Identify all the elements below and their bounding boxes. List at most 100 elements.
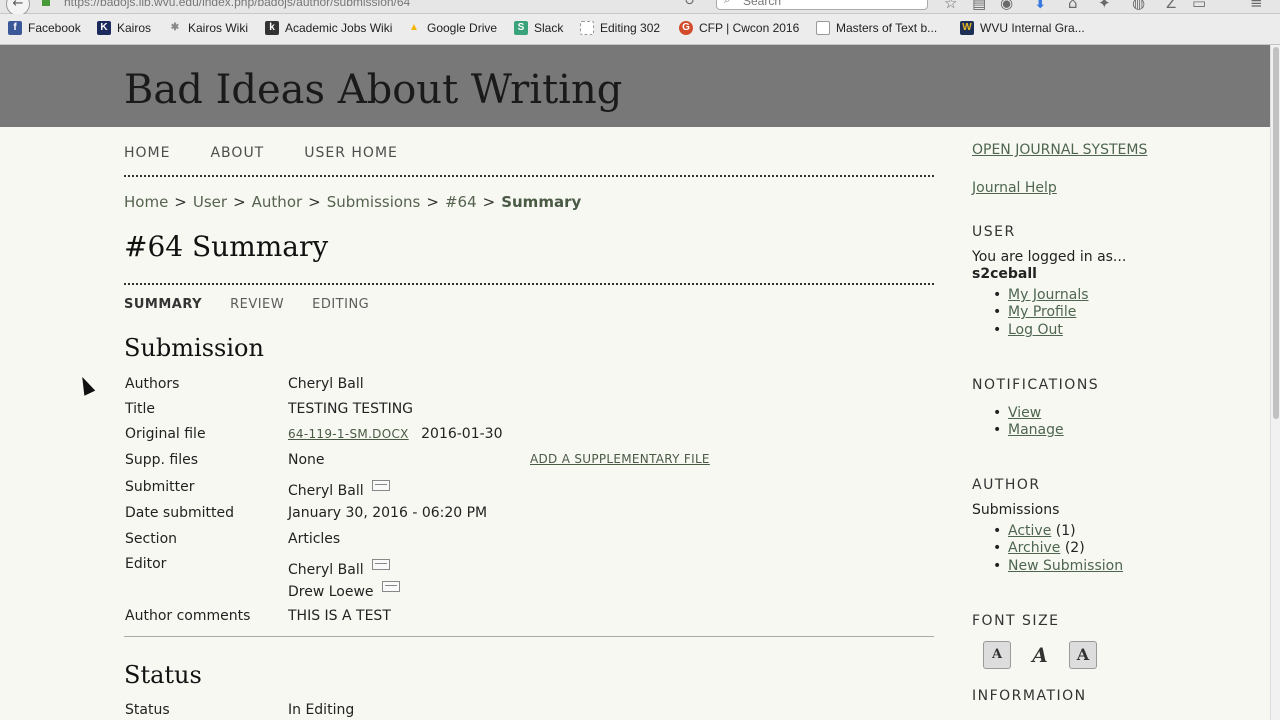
breadcrumb-home[interactable]: Home [124,193,168,211]
original-file-link[interactable]: 64-119-1-SM.DOCX [288,427,409,441]
email-icon[interactable] [381,581,400,592]
title-divider [124,283,934,285]
bookmark-label: CFP | Cwcon 2016 [699,21,800,35]
font-large-button[interactable]: A [1069,641,1097,669]
sidebar-item-active[interactable]: Active (1) [993,523,1076,539]
reload-icon[interactable]: ↻ [684,0,695,9]
font-medium-button[interactable]: A [1026,641,1054,669]
mouse-cursor-icon [76,374,96,396]
submitter-label: Submitter [125,479,195,495]
manage-notifications-link[interactable]: Manage [1008,422,1064,438]
active-submissions-link[interactable]: Active [1008,523,1051,539]
title-value: TESTING TESTING [288,401,414,417]
main-nav: HOME ABOUT USER HOME [124,145,398,161]
logged-in-text: You are logged in as... [972,249,1127,265]
original-file-date: 2016-01-30 [421,426,503,442]
tab-review[interactable]: REVIEW [230,297,284,312]
breadcrumb-separator: > [426,193,439,211]
bookmark-academic-jobs[interactable]: k Academic Jobs Wiki [265,21,392,35]
scrollbar-thumb[interactable] [1273,47,1279,419]
sidebar-item-my-profile[interactable]: My Profile [993,304,1076,320]
breadcrumb-current[interactable]: Summary [501,193,581,211]
authors-label: Authors [125,376,180,392]
browser-toolbar: ← https://badojs.lib.wvu.edu/index.php/b… [0,0,1280,16]
journal-help-link[interactable]: Journal Help [972,180,1057,196]
site-title: Bad Ideas About Writing [124,67,623,113]
author-comments-label: Author comments [125,608,251,624]
breadcrumb-submission-number[interactable]: #64 [445,193,477,211]
bookmark-kairos-wiki[interactable]: ✱ Kairos Wiki [168,21,248,35]
author-comments-value: THIS IS A TEST [288,608,391,624]
sidebar-user-heading: USER [972,224,1016,240]
browser-search-input[interactable]: ⌕ Search [716,0,928,10]
email-icon[interactable] [371,480,390,491]
status-heading: Status [124,661,202,689]
cfp-icon: G [679,21,693,35]
bookmarks-bar: f Facebook K Kairos ✱ Kairos Wiki k Academic… [0,14,1280,45]
bookmark-kairos[interactable]: K Kairos [97,21,151,35]
breadcrumb-submissions[interactable]: Submissions [327,193,421,211]
breadcrumb-separator: > [482,193,496,211]
address-bar[interactable]: https://badojs.lib.wvu.edu/index.php/bad… [64,0,410,9]
add-supplementary-file-link[interactable]: ADD A SUPPLEMENTARY FILE [530,451,710,467]
bookmark-facebook[interactable]: f Facebook [8,21,81,35]
date-submitted-value: January 30, 2016 - 06:20 PM [288,505,488,521]
submission-heading: Submission [124,334,264,362]
open-journal-systems-link[interactable]: OPEN JOURNAL SYSTEMS [972,142,1147,158]
bookmark-slack[interactable]: S Slack [514,21,563,35]
font-small-button[interactable]: A [983,641,1011,669]
view-notifications-link[interactable]: View [1008,405,1041,421]
page-scrollbar[interactable] [1270,45,1280,720]
sidebar-item-manage[interactable]: Manage [993,422,1064,438]
tab-summary[interactable]: SUMMARY [124,297,202,312]
extension-icon[interactable]: ✦ [1098,0,1111,12]
page-title: #64 Summary [124,230,329,263]
bookmark-label: Kairos [117,21,152,35]
section-divider [124,636,934,637]
download-icon[interactable]: ⬇ [1034,0,1047,12]
sidebar-item-my-journals[interactable]: My Journals [993,287,1089,303]
sidebar-notifications-heading: NOTIFICATIONS [972,377,1100,393]
nav-user-home[interactable]: USER HOME [304,145,398,161]
my-journals-link[interactable]: My Journals [1008,287,1089,303]
bookmark-editing-302[interactable]: Editing 302 [580,21,660,35]
site-header: Bad Ideas About Writing [0,45,1280,127]
submission-tabs: SUMMARY REVIEW EDITING [124,297,369,312]
email-icon[interactable] [371,559,390,570]
my-profile-link[interactable]: My Profile [1008,304,1076,320]
home-icon[interactable]: ⌂ [1068,0,1078,12]
reading-list-icon[interactable]: ▤ [972,0,986,12]
log-out-link[interactable]: Log Out [1008,322,1063,338]
bookmark-wvu-internal[interactable]: W WVU Internal Gra... [960,21,1085,35]
bookmark-label: Academic Jobs Wiki [285,21,393,35]
sidebar-item-view[interactable]: View [993,405,1041,421]
archive-submissions-link[interactable]: Archive [1008,540,1060,556]
sidebar-item-archive[interactable]: Archive (2) [993,540,1085,556]
menu-icon[interactable]: ≡ [1250,0,1263,12]
sidebar-item-new-submission[interactable]: New Submission [993,558,1123,574]
bookmark-cfp-cwcon[interactable]: G CFP | Cwcon 2016 [679,21,799,35]
slack-icon: S [514,21,528,35]
kairos-icon: K [97,21,111,35]
nav-home[interactable]: HOME [124,145,170,161]
tab-editing[interactable]: EDITING [312,297,369,312]
bookmark-label: Kairos Wiki [188,21,249,35]
bookmark-label: Masters of Text b... [836,21,938,35]
facebook-icon: f [8,21,22,35]
nav-about[interactable]: ABOUT [210,145,264,161]
screenshot-icon[interactable]: ▭ [1192,0,1206,12]
archive-count: (2) [1064,540,1085,556]
new-submission-link[interactable]: New Submission [1008,558,1123,574]
chat-icon[interactable]: ◍ [1132,0,1145,12]
breadcrumb-user[interactable]: User [193,193,227,211]
editor-1-name: Cheryl Ball [288,562,364,578]
star-icon[interactable]: ☆ [944,0,957,12]
pocket-icon[interactable]: ◉ [1000,0,1013,12]
bookmark-masters-of-text[interactable]: Masters of Text b... [816,21,937,35]
breadcrumb-author[interactable]: Author [252,193,303,211]
bookmark-google-drive[interactable]: ▲ Google Drive [407,21,497,35]
sidebar-item-log-out[interactable]: Log Out [993,322,1063,338]
zotero-icon[interactable]: Z [1166,0,1176,12]
bookmark-label: Slack [534,21,564,35]
page-icon [580,21,594,35]
